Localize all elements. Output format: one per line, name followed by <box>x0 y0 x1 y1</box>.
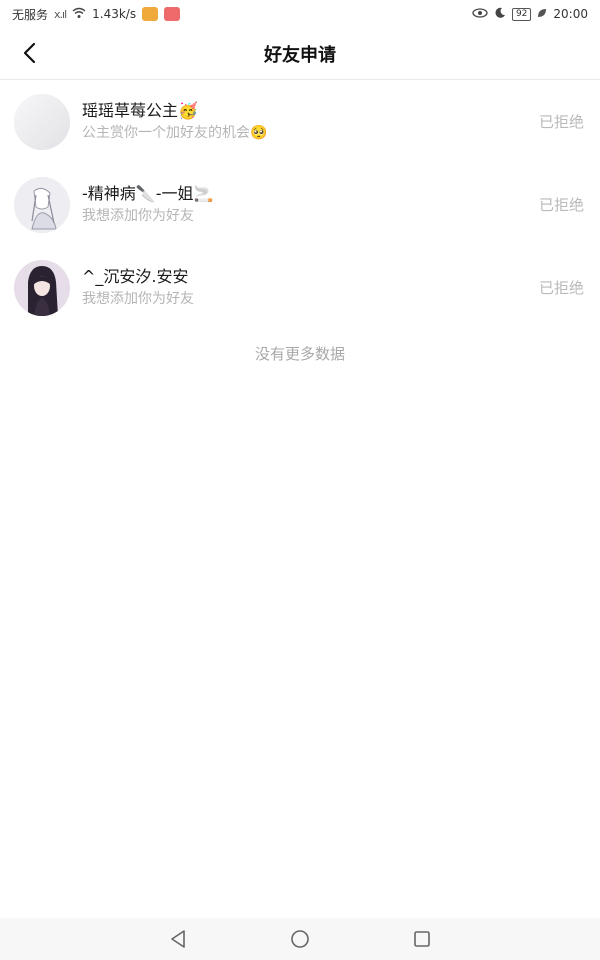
avatar[interactable] <box>14 259 70 316</box>
moon-icon <box>494 7 506 22</box>
request-name: ^_沉安汐.安安 <box>82 266 189 286</box>
page-title: 好友申请 <box>264 44 336 66</box>
request-status: 已拒绝 <box>538 196 584 214</box>
request-texts: 瑶瑶草莓公主🥳 公主赏你一个加好友的机会🥺 <box>82 100 586 144</box>
leaf-icon <box>537 7 547 21</box>
friend-request-item[interactable]: -精神病🔪-一姐🚬 我想添加你为好友 已拒绝 <box>0 163 600 246</box>
clock-text: 20:00 <box>553 7 588 21</box>
calendar-notification-icon <box>164 7 181 21</box>
request-name: -精神病🔪-一姐🚬 <box>82 183 214 203</box>
request-message: 我想添加你为好友 <box>82 207 194 224</box>
square-recents-icon <box>414 931 430 947</box>
eye-icon <box>472 7 488 21</box>
signal-icon: x.ıl <box>54 7 67 21</box>
network-speed: 1.43k/s <box>92 7 137 21</box>
status-right: 92 20:00 <box>472 7 588 22</box>
chevron-left-icon <box>23 42 36 64</box>
request-texts: ^_沉安汐.安安 我想添加你为好友 <box>82 266 586 310</box>
back-button[interactable] <box>14 38 44 68</box>
app-header: 好友申请 <box>0 28 600 80</box>
request-texts: -精神病🔪-一姐🚬 我想添加你为好友 <box>82 183 586 227</box>
battery-icon: 92 <box>511 7 532 21</box>
carrier-text: 无服务 <box>12 7 49 22</box>
request-status: 已拒绝 <box>538 113 584 131</box>
request-message: 公主赏你一个加好友的机会🥺 <box>82 124 268 141</box>
nav-back-button[interactable] <box>167 928 189 950</box>
avatar[interactable] <box>14 93 70 150</box>
status-left: 无服务 x.ıl 1.43k/s <box>12 6 181 23</box>
friend-request-item[interactable]: 瑶瑶草莓公主🥳 公主赏你一个加好友的机会🥺 已拒绝 <box>0 80 600 163</box>
request-status: 已拒绝 <box>538 279 584 297</box>
wifi-icon <box>72 7 86 22</box>
no-more-data-text: 没有更多数据 <box>254 345 345 363</box>
circle-home-icon <box>291 930 309 948</box>
triangle-back-icon <box>171 930 185 948</box>
status-bar: 无服务 x.ıl 1.43k/s 92 20:00 <box>0 0 600 28</box>
app-notification-icon <box>142 7 159 21</box>
nav-recents-button[interactable] <box>411 928 433 950</box>
avatar[interactable] <box>14 176 70 233</box>
friend-request-list: 瑶瑶草莓公主🥳 公主赏你一个加好友的机会🥺 已拒绝 -精神病🔪-一姐🚬 我想添加… <box>0 80 600 329</box>
friend-request-item[interactable]: ^_沉安汐.安安 我想添加你为好友 已拒绝 <box>0 246 600 329</box>
nav-home-button[interactable] <box>289 928 311 950</box>
system-nav-bar <box>0 918 600 960</box>
request-name: 瑶瑶草莓公主🥳 <box>82 100 198 120</box>
request-message: 我想添加你为好友 <box>82 290 194 307</box>
